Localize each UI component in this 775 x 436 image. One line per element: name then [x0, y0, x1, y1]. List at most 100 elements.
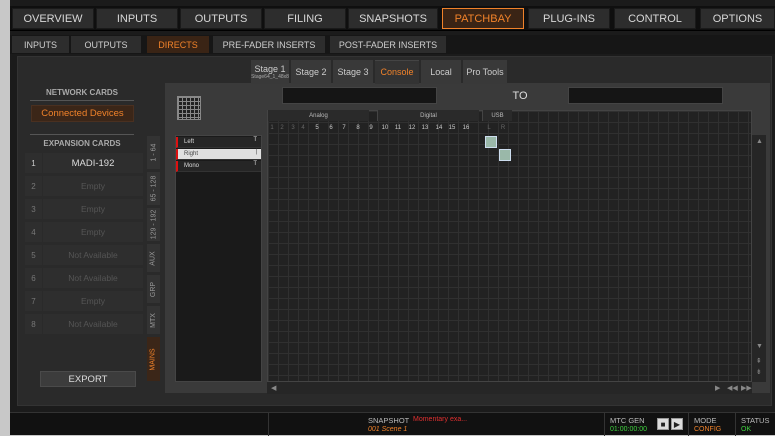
scroll-up-icon[interactable]: ▲ [756, 138, 763, 145]
scroll-right-icon[interactable]: ▶ [715, 384, 720, 392]
snapshot-scene: 001 Scene 1 [368, 426, 408, 433]
expansion-card-row[interactable]: 6 Not Available [25, 268, 143, 288]
divider [30, 134, 134, 135]
tab-stage-3[interactable]: Stage 3 [333, 60, 373, 84]
column-number: 13 [421, 124, 429, 131]
source-marker: | [255, 149, 257, 155]
expansion-card-row[interactable]: 4 Empty [25, 222, 143, 242]
scroll-end-icon[interactable]: ▶▶ [741, 384, 752, 392]
column-number: 12 [408, 124, 416, 131]
column-number: 9 [369, 124, 373, 131]
tab-inputs[interactable]: INPUTS [96, 8, 178, 29]
column-number: 2 [280, 124, 284, 131]
subtab-inputs[interactable]: INPUTS [12, 36, 69, 53]
snapshot-message: Momentary exa... [413, 416, 468, 423]
source-name: Mono [184, 163, 200, 169]
expansion-card-row[interactable]: 8 Not Available [25, 314, 143, 334]
expansion-card-row[interactable]: 7 Empty [25, 291, 143, 311]
from-name-field [282, 87, 437, 104]
vtab-129-192[interactable]: 129 - 192 [146, 207, 161, 242]
source-marker: T [253, 161, 257, 167]
tab-plug-ins[interactable]: PLUG-INS [528, 8, 610, 29]
sub-nav: INPUTS OUTPUTS DIRECTS PRE-FADER INSERTS… [10, 35, 775, 54]
tab-options[interactable]: OPTIONS [700, 8, 775, 29]
stop-icon[interactable]: ■ [657, 418, 669, 430]
divider [30, 100, 134, 101]
vtab-label: 1 - 64 [150, 143, 157, 162]
app-window: OVERVIEW INPUTS OUTPUTS FILING SNAPSHOTS… [10, 0, 775, 436]
vtab-65-128[interactable]: 65 - 128 [146, 171, 161, 206]
export-button[interactable]: EXPORT [40, 371, 136, 387]
tab-label: Local [430, 66, 452, 77]
vtab-label: 65 - 128 [150, 175, 157, 202]
column-number: 14 [435, 124, 443, 131]
tab-overview[interactable]: OVERVIEW [12, 8, 94, 29]
vtab-aux[interactable]: AUX [146, 243, 161, 273]
card-label: Empty [43, 222, 143, 242]
status-label: STATUS [741, 416, 770, 425]
vtab-mtx[interactable]: MTX [146, 305, 161, 335]
tab-patchbay[interactable]: PATCHBAY [442, 8, 524, 29]
group-header-usb: USB [482, 110, 512, 121]
divider [604, 413, 605, 436]
column-number: 5 [315, 124, 319, 131]
divider [735, 413, 736, 436]
column-number: 7 [342, 124, 346, 131]
card-number: 8 [25, 314, 42, 334]
patch-point-left-usb-l[interactable] [485, 136, 497, 148]
subtab-outputs[interactable]: OUTPUTS [71, 36, 141, 53]
source-name: Left [184, 139, 195, 145]
vtab-grp[interactable]: GRP [146, 274, 161, 304]
expansion-card-row[interactable]: 2 Empty [25, 176, 143, 196]
card-label: MADI-192 [43, 153, 143, 173]
mtc-time: 01:00:00:00 [610, 426, 647, 433]
status-value: OK [741, 426, 752, 433]
tab-stage-1[interactable]: Stage 1 Stage64_1_48x8 [251, 60, 289, 84]
subtab-post-fader-inserts[interactable]: POST-FADER INSERTS [330, 36, 446, 53]
tab-outputs[interactable]: OUTPUTS [180, 8, 262, 29]
tab-filing[interactable]: FILING [264, 8, 346, 29]
column-number: L [487, 124, 491, 131]
source-row-mono[interactable]: Mono T [176, 161, 261, 172]
scroll-bottom-icon[interactable]: ⇟ [756, 368, 762, 376]
group-header-digital: Digital [377, 110, 479, 121]
to-name-field [568, 87, 723, 104]
tab-sublabel: Stage64_1_48x8 [251, 73, 289, 80]
source-row-right[interactable]: Right | [176, 149, 261, 160]
vtab-mains[interactable]: MAINS [146, 336, 161, 382]
top-nav: OVERVIEW INPUTS OUTPUTS FILING SNAPSHOTS… [10, 6, 775, 31]
horizontal-scrollbar[interactable]: ◀ ▶ ◀◀ ▶▶ [267, 382, 752, 394]
tab-control[interactable]: CONTROL [614, 8, 696, 29]
vtab-1-64[interactable]: 1 - 64 [146, 135, 161, 170]
scroll-down-icon[interactable]: ▼ [756, 343, 763, 350]
subtab-directs[interactable]: DIRECTS [147, 36, 209, 53]
column-number: 11 [394, 124, 402, 131]
scroll-left-icon[interactable]: ◀ [271, 384, 276, 392]
expansion-card-row[interactable]: 1 MADI-192 [25, 153, 143, 173]
subtab-pre-fader-inserts[interactable]: PRE-FADER INSERTS [213, 36, 325, 53]
vertical-scrollbar[interactable]: ▲ ▼ ⇞ ⇟ [752, 135, 766, 382]
tab-local[interactable]: Local [421, 60, 461, 84]
play-icon[interactable]: ▶ [671, 418, 683, 430]
tab-snapshots[interactable]: SNAPSHOTS [348, 8, 438, 29]
patch-point-right-usb-r[interactable] [499, 149, 511, 161]
tab-pro-tools[interactable]: Pro Tools [463, 60, 507, 84]
card-number: 3 [25, 199, 42, 219]
tab-console[interactable]: Console [375, 60, 419, 84]
tab-stage-2[interactable]: Stage 2 [291, 60, 331, 84]
source-name: Right [184, 151, 199, 157]
scroll-top-icon[interactable]: ⇞ [756, 357, 762, 365]
grid-view-icon[interactable] [177, 96, 201, 120]
mode-label: MODE [694, 416, 717, 425]
vtab-label: MTX [150, 312, 157, 328]
source-row-left[interactable]: Left T [176, 137, 261, 148]
card-label: Empty [43, 176, 143, 196]
connected-devices-button[interactable]: Connected Devices [31, 105, 134, 122]
expansion-card-row[interactable]: 5 Not Available [25, 245, 143, 265]
column-number: 6 [329, 124, 333, 131]
divider [688, 413, 689, 436]
column-number: 10 [381, 124, 389, 131]
scroll-start-icon[interactable]: ◀◀ [727, 384, 738, 392]
card-number: 2 [25, 176, 42, 196]
expansion-card-row[interactable]: 3 Empty [25, 199, 143, 219]
